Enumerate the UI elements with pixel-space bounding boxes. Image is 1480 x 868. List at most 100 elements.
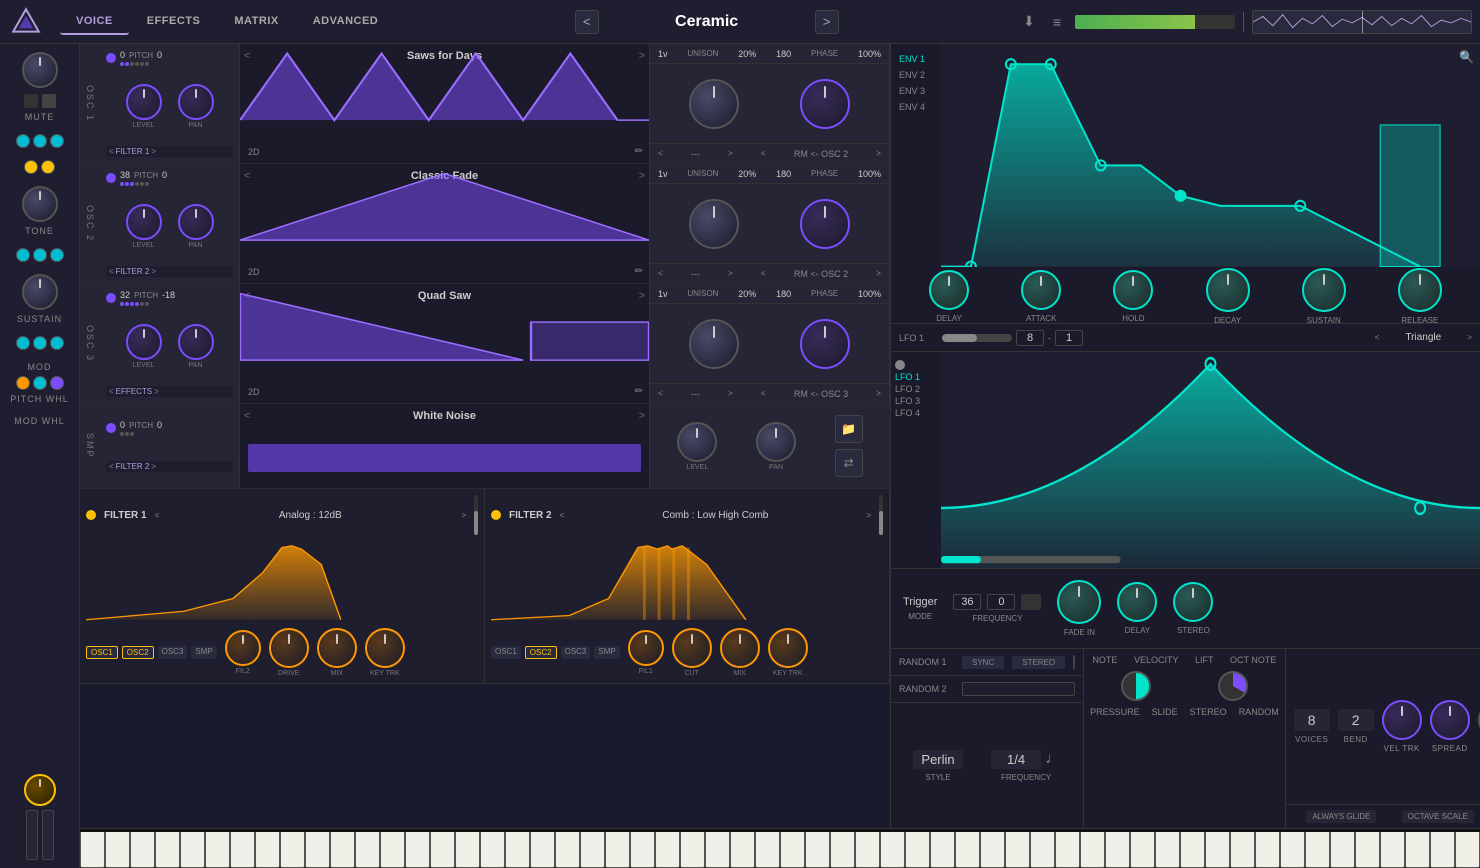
filter2-keytrk-knob[interactable] <box>768 628 808 668</box>
osc1-filter-next[interactable]: > <box>151 147 156 156</box>
random1-sync-btn[interactable]: SYNC <box>962 656 1004 669</box>
osc3-mod-prev[interactable]: < <box>658 389 663 398</box>
vel-trk-knob[interactable] <box>1382 700 1422 740</box>
filter2-fil-knob[interactable] <box>628 630 664 666</box>
white-key[interactable] <box>1005 832 1030 868</box>
white-key[interactable] <box>905 832 930 868</box>
filter1-smp-btn[interactable]: SMP <box>191 646 216 659</box>
white-key[interactable] <box>680 832 705 868</box>
osc1-main-knob[interactable] <box>689 79 739 129</box>
white-key[interactable] <box>330 832 355 868</box>
spread-knob[interactable] <box>1430 700 1470 740</box>
white-key[interactable] <box>830 832 855 868</box>
lfo4-label[interactable]: LFO 4 <box>895 408 937 418</box>
lfo-freq-icon[interactable] <box>1021 594 1041 610</box>
filter2-type-next[interactable]: > <box>866 511 871 520</box>
white-key[interactable] <box>855 832 880 868</box>
white-key[interactable] <box>305 832 330 868</box>
white-key[interactable] <box>205 832 230 868</box>
preset-prev-button[interactable]: < <box>575 10 599 34</box>
osc3-mod-next[interactable]: > <box>728 389 733 398</box>
smp-shuffle-button[interactable]: ⇄ <box>835 449 863 477</box>
env-hold-knob[interactable] <box>1113 270 1153 310</box>
filter1-keytrk-knob[interactable] <box>365 628 405 668</box>
white-key[interactable] <box>405 832 430 868</box>
slider2[interactable] <box>42 810 54 860</box>
filter1-fil-knob[interactable] <box>225 630 261 666</box>
smp-filter-prev[interactable]: < <box>109 462 114 471</box>
lfo-delay-knob[interactable] <box>1117 582 1157 622</box>
white-key[interactable] <box>1430 832 1455 868</box>
osc2-level-knob[interactable] <box>126 204 162 240</box>
white-key[interactable] <box>555 832 580 868</box>
osc1-filter-prev[interactable]: < <box>109 147 114 156</box>
filter1-osc2-btn[interactable]: OSC2 <box>122 646 154 659</box>
filter1-mix-knob[interactable] <box>317 628 357 668</box>
osc1-edit-icon[interactable]: ✏ <box>635 146 643 157</box>
white-key[interactable] <box>755 832 780 868</box>
lfo3-label[interactable]: LFO 3 <box>895 396 937 406</box>
filter2-mix-knob[interactable] <box>720 628 760 668</box>
white-key[interactable] <box>530 832 555 868</box>
white-key[interactable] <box>355 832 380 868</box>
filter1-type-prev[interactable]: < <box>155 511 160 520</box>
osc3-filter-next[interactable]: > <box>154 387 159 396</box>
white-key[interactable] <box>1105 832 1130 868</box>
env-decay-knob[interactable] <box>1206 268 1250 312</box>
env-search-icon[interactable]: 🔍 <box>1459 50 1474 64</box>
white-key[interactable] <box>1305 832 1330 868</box>
lift-icon[interactable] <box>1218 671 1248 701</box>
white-key[interactable] <box>1055 832 1080 868</box>
white-key[interactable] <box>80 832 105 868</box>
osc3-rm-prev[interactable]: < <box>761 389 766 398</box>
save-icon[interactable]: ⬇ <box>1019 12 1039 32</box>
white-key[interactable] <box>655 832 680 868</box>
osc1-pan-knob[interactable] <box>178 84 214 120</box>
env-delay-knob[interactable] <box>929 270 969 310</box>
white-key[interactable] <box>1280 832 1305 868</box>
white-key[interactable] <box>1405 832 1430 868</box>
white-key[interactable] <box>1030 832 1055 868</box>
slider1[interactable] <box>26 810 38 860</box>
always-glide-toggle[interactable]: ALWAYS GLIDE <box>1306 810 1376 823</box>
white-key[interactable] <box>880 832 905 868</box>
filter2-cut-knob[interactable] <box>672 628 712 668</box>
white-key[interactable] <box>1130 832 1155 868</box>
osc1-rm-prev[interactable]: < <box>761 149 766 158</box>
sustain-knob[interactable] <box>22 274 58 310</box>
white-key[interactable] <box>105 832 130 868</box>
white-key[interactable] <box>980 832 1005 868</box>
mute-toggle[interactable] <box>24 94 38 108</box>
env4-label[interactable]: ENV 4 <box>895 100 937 114</box>
tab-voice[interactable]: VOICE <box>60 9 129 35</box>
osc2-rm-prev[interactable]: < <box>761 269 766 278</box>
white-key[interactable] <box>380 832 405 868</box>
osc3-pan-knob[interactable] <box>178 324 214 360</box>
osc2-main-knob[interactable] <box>689 199 739 249</box>
white-key[interactable] <box>1080 832 1105 868</box>
lfo-stereo-knob[interactable] <box>1173 582 1213 622</box>
osc2-filter-next[interactable]: > <box>151 267 156 276</box>
osc3-rm-next[interactable]: > <box>876 389 881 398</box>
white-key[interactable] <box>180 832 205 868</box>
tone-knob[interactable] <box>22 186 58 222</box>
white-key[interactable] <box>605 832 630 868</box>
white-key[interactable] <box>1380 832 1405 868</box>
osc3-phase-knob[interactable] <box>800 319 850 369</box>
osc2-phase-knob[interactable] <box>800 199 850 249</box>
filter2-smp-btn[interactable]: SMP <box>594 646 619 659</box>
osc1-mod-prev[interactable]: < <box>658 149 663 158</box>
velocity-icon[interactable] <box>1121 671 1151 701</box>
filter1-drive-knob[interactable] <box>269 628 309 668</box>
solo-toggle[interactable] <box>42 94 56 108</box>
smp-wave-next[interactable]: > <box>639 410 645 422</box>
osc2-rm-next[interactable]: > <box>876 269 881 278</box>
white-key[interactable] <box>1330 832 1355 868</box>
white-key[interactable] <box>255 832 280 868</box>
filter2-osc1-btn[interactable]: OSC1 <box>491 646 521 659</box>
white-key[interactable] <box>580 832 605 868</box>
preset-next-button[interactable]: > <box>815 10 839 34</box>
env2-label[interactable]: ENV 2 <box>895 68 937 82</box>
osc1-level-knob[interactable] <box>126 84 162 120</box>
lfo1-label[interactable]: LFO 1 <box>895 360 937 382</box>
